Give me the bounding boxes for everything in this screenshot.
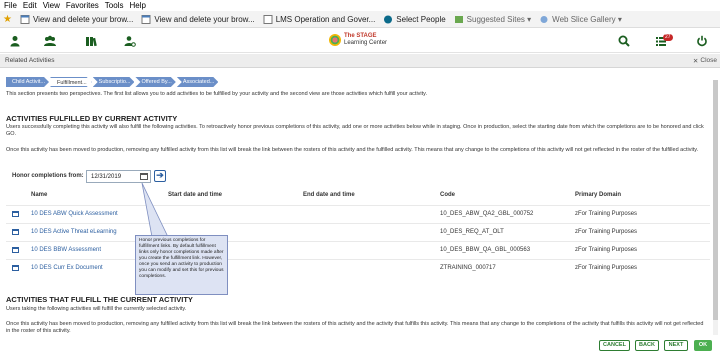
activity-name-link[interactable]: 10 DES Curr Ex Document (31, 265, 103, 271)
back-button[interactable]: BACK (635, 340, 659, 351)
search-icon[interactable] (618, 35, 630, 47)
table-row: 10 DES ABW Quick Assessment 10_DES_ABW_Q… (6, 205, 710, 221)
section-heading: ACTIVITIES FULFILLED BY CURRENT ACTIVITY (6, 114, 178, 123)
app-header: The STAGE Learning Center 27 (0, 29, 720, 53)
step-fulfillment[interactable]: Fulfillment... (50, 77, 92, 87)
menu-help[interactable]: Help (129, 1, 145, 10)
column-header-code[interactable]: Code (440, 192, 455, 198)
column-header-domain[interactable]: Primary Domain (575, 192, 621, 198)
menu-view[interactable]: View (43, 1, 60, 10)
column-header-start[interactable]: Start date and time (168, 192, 222, 198)
related-activities-bar: Related Activities ✕ Close (0, 54, 720, 68)
activity-name-link[interactable]: 10 DES ABW Quick Assessment (31, 211, 118, 217)
intro-text: This section presents two perspectives. … (6, 91, 428, 97)
table-row: 10 DES Curr Ex Document ZTRAINING_000717… (6, 259, 710, 275)
section-warning: Once this activity has been moved to pro… (6, 321, 704, 334)
admin-user-icon[interactable] (124, 35, 136, 47)
activity-icon (12, 247, 19, 253)
primary-domain: zFor Training Purposes (575, 265, 638, 271)
learning-center-logo[interactable]: The STAGE Learning Center (329, 33, 387, 47)
notification-badge: 27 (663, 34, 673, 41)
team-icon[interactable] (44, 35, 56, 47)
page-icon (20, 14, 30, 24)
menu-edit[interactable]: Edit (23, 1, 37, 10)
step-offered-by[interactable]: Offered By... (135, 77, 175, 87)
section-description: Users taking the following activities wi… (6, 306, 187, 312)
favorite-link[interactable]: View and delete your brow... (141, 14, 255, 24)
favorite-link[interactable]: LMS Operation and Gover... (263, 14, 375, 24)
fulfilled-activities-panel: Honor completions from: 12/31/2019 ➔ Nam… (6, 167, 710, 287)
step-subscriptions[interactable]: Subscriptio... (93, 77, 135, 87)
person-icon[interactable] (9, 35, 21, 47)
close-button[interactable]: ✕ Close (693, 57, 717, 65)
activity-code: 10_DES_ABW_QA2_GBL_000752 (440, 211, 534, 217)
wizard-steps: Child Activit... Fulfillment... Subscrip… (6, 77, 219, 87)
section-heading: ACTIVITIES THAT FULFILL THE CURRENT ACTI… (6, 295, 193, 304)
activity-name-link[interactable]: 10 DES Active Threat eLearning (31, 229, 117, 235)
page-title: Related Activities (5, 57, 55, 64)
go-button[interactable]: ➔ (154, 170, 166, 182)
menu-favorites[interactable]: Favorites (66, 1, 99, 10)
next-button[interactable]: NEXT (664, 340, 688, 351)
vertical-scrollbar[interactable] (713, 80, 718, 335)
favorite-link[interactable]: Suggested Sites ▾ (454, 15, 531, 24)
step-child-activities[interactable]: Child Activit... (6, 77, 49, 87)
favorite-link[interactable]: View and delete your brow... (20, 14, 133, 24)
calendar-icon[interactable] (140, 173, 148, 180)
step-associated[interactable]: Associated... (177, 77, 219, 87)
activity-code: 10_DES_BBW_QA_GBL_000563 (440, 247, 531, 253)
menu-file[interactable]: File (4, 1, 17, 10)
suggested-sites-icon (454, 15, 463, 23)
scrollbar-thumb[interactable] (713, 80, 718, 320)
activity-icon (12, 229, 19, 235)
favorites-star-icon[interactable]: ★ (3, 14, 12, 25)
honor-date-input[interactable]: 12/31/2019 (86, 170, 151, 183)
close-icon: ✕ (692, 58, 699, 65)
honor-completions-tooltip: Honor previous completions for fulfillme… (135, 235, 228, 295)
table-header: Name Start date and time End date and ti… (6, 191, 710, 201)
honor-completions-label: Honor completions from: (12, 173, 84, 179)
section-description: Users successfully completing this activ… (6, 124, 704, 137)
section-warning: Once this activity has been moved to pro… (6, 147, 699, 153)
web-slice-icon (540, 15, 548, 23)
activity-icon (12, 265, 19, 271)
browser-menu-bar: File Edit View Favorites Tools Help (0, 0, 720, 11)
sharepoint-icon (384, 15, 393, 23)
favorites-bar: ★ View and delete your brow... View and … (0, 11, 720, 28)
menu-tools[interactable]: Tools (105, 1, 124, 10)
primary-domain: zFor Training Purposes (575, 229, 638, 235)
tooltip-pointer (141, 183, 169, 238)
activity-code: 10_DES_REQ_AT_OLT (440, 229, 504, 235)
favorite-link[interactable]: Select People (383, 15, 446, 24)
power-icon[interactable] (696, 35, 708, 47)
column-header-name[interactable]: Name (31, 192, 47, 198)
column-header-end[interactable]: End date and time (303, 192, 355, 198)
primary-domain: zFor Training Purposes (575, 247, 638, 253)
table-row: 10 DES Active Threat eLearning 10_DES_RE… (6, 223, 710, 239)
logo-mark-icon (329, 34, 341, 46)
activity-icon (12, 211, 19, 217)
activity-name-link[interactable]: 10 DES BBW Assessment (31, 247, 101, 253)
activity-code: ZTRAINING_000717 (440, 265, 496, 271)
library-icon[interactable] (85, 35, 97, 47)
page-icon (141, 14, 151, 24)
footer-button-bar: CANCEL BACK NEXT OK (0, 335, 720, 355)
table-row: 10 DES BBW Assessment 10_DES_BBW_QA_GBL_… (6, 241, 710, 257)
favorite-link[interactable]: Web Slice Gallery ▾ (539, 15, 622, 24)
page-icon (263, 14, 273, 24)
ok-button[interactable]: OK (694, 340, 712, 351)
primary-domain: zFor Training Purposes (575, 211, 638, 217)
cancel-button[interactable]: CANCEL (599, 340, 630, 351)
